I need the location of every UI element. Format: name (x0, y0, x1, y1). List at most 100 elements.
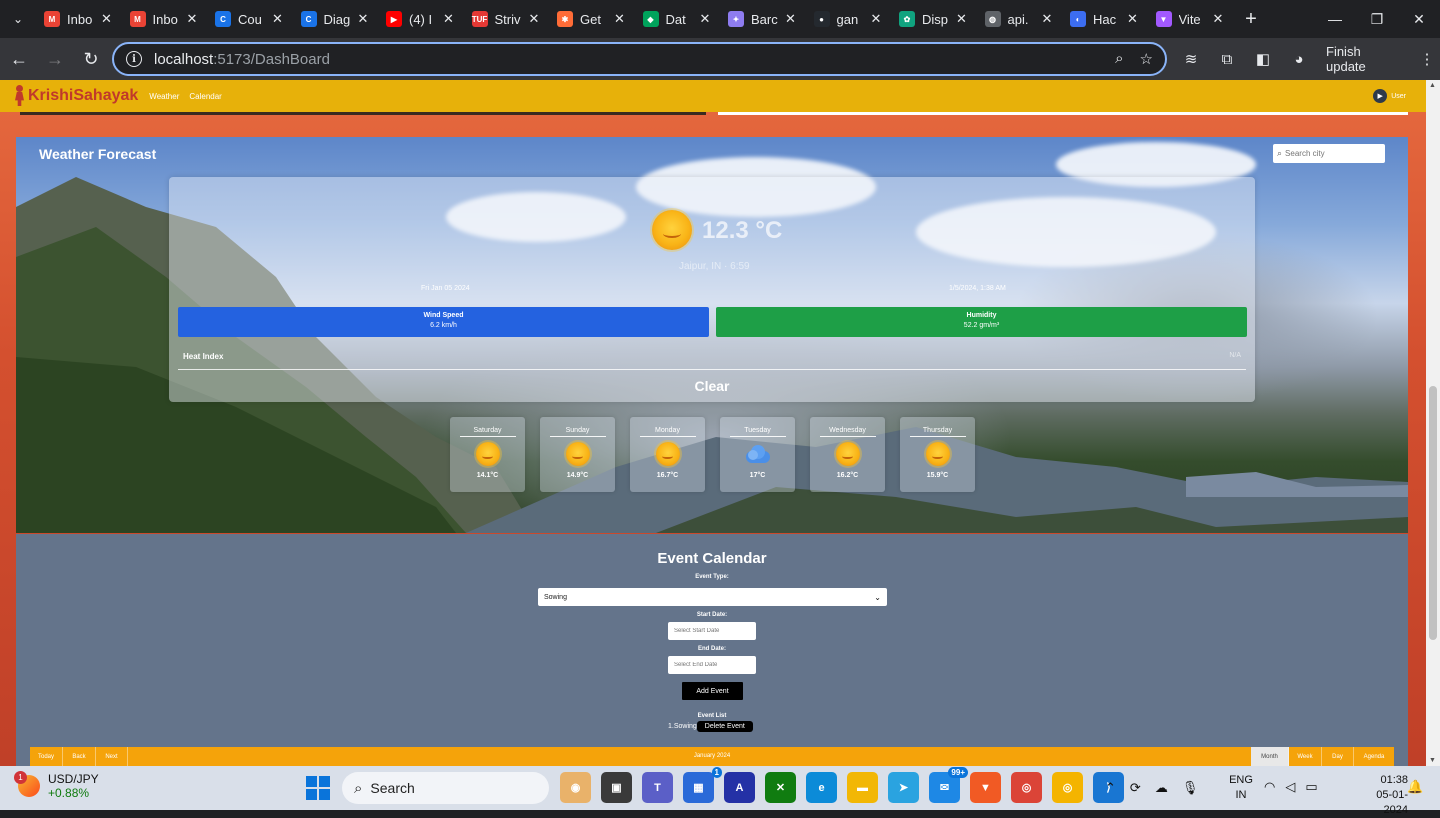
city-search[interactable]: ⌕ (1273, 144, 1385, 163)
back-arrow-icon[interactable]: ← (2, 42, 36, 76)
reload-icon[interactable]: ↻ (74, 42, 108, 76)
browser-tab[interactable]: ✦ Barc ✕ (720, 4, 806, 34)
extensions-puzzle-icon[interactable]: ⧉ (1214, 46, 1240, 72)
tab-close-icon[interactable]: ✕ (955, 11, 969, 27)
affinity-icon[interactable]: A (724, 772, 755, 803)
chevron-up-icon[interactable]: ⌃ (1105, 780, 1116, 796)
tab-close-icon[interactable]: ✕ (1126, 11, 1140, 27)
tab-close-icon[interactable]: ✕ (527, 11, 541, 27)
divider (639, 436, 696, 437)
taskbar-search[interactable]: ⌕ Search (342, 772, 549, 804)
tab-close-icon[interactable]: ✕ (869, 11, 883, 27)
tab-title: Inbo (152, 11, 178, 27)
tab-close-icon[interactable]: ✕ (356, 11, 370, 27)
zoom-icon[interactable]: ⌕ (1115, 50, 1123, 68)
profile-avatar-icon[interactable]: ◕ (1286, 46, 1312, 72)
tab-close-icon[interactable]: ✕ (442, 11, 456, 27)
delete-event-button[interactable]: Delete Event (696, 721, 753, 732)
chrome-canary-icon[interactable]: ◎ (1052, 772, 1083, 803)
tab-close-icon[interactable]: ✕ (100, 11, 114, 27)
tab-title: Disp (922, 11, 949, 27)
system-tray: ⌃ ⟳ ☁ 🎙 (1105, 766, 1198, 810)
scroll-down-icon[interactable]: ▼ (1429, 757, 1436, 764)
tab-close-icon[interactable]: ✕ (613, 11, 627, 27)
view-day-button[interactable]: Day (1322, 747, 1354, 766)
tab-close-icon[interactable]: ✕ (784, 11, 798, 27)
tab-close-icon[interactable]: ✕ (1040, 11, 1054, 27)
next-button[interactable]: Next (96, 747, 128, 766)
extension-icon[interactable]: ≋ (1178, 46, 1204, 72)
finish-update-button[interactable]: Finish update (1326, 44, 1404, 74)
browser-tab[interactable]: C Diag ✕ (293, 4, 379, 34)
today-button[interactable]: Today (30, 747, 63, 766)
tab-search-chevron-icon[interactable]: ⌄ (0, 0, 36, 38)
page-scrollbar[interactable]: ▲ ▼ (1426, 80, 1440, 766)
input-language[interactable]: ENG IN (1226, 773, 1256, 803)
xbox-icon[interactable]: ✕ (765, 772, 796, 803)
telegram-icon[interactable]: ➤ (888, 772, 919, 803)
microphone-icon[interactable]: 🎙 (1182, 780, 1199, 796)
start-date-field[interactable] (668, 622, 756, 640)
file-explorer-icon[interactable]: ▬ (847, 772, 878, 803)
browser-tab[interactable]: ◆ Dat ✕ (635, 4, 721, 34)
nav-link-calendar[interactable]: Calendar (189, 92, 221, 101)
restore-icon[interactable]: ❐ (1356, 0, 1398, 38)
brave-icon[interactable]: ▼ (970, 772, 1001, 803)
browser-tab[interactable]: ● gan ✕ (806, 4, 892, 34)
end-date-input[interactable] (674, 662, 752, 668)
sync-icon[interactable]: ⟳ (1130, 780, 1141, 796)
new-tab-button[interactable]: + (1233, 8, 1269, 31)
add-event-button[interactable]: Add Event (682, 682, 743, 700)
browser-tab[interactable]: ◍ api. ✕ (977, 4, 1063, 34)
browser-tab[interactable]: M Inbo ✕ (122, 4, 208, 34)
tab-close-icon[interactable]: ✕ (185, 11, 199, 27)
chrome-icon[interactable]: ◎ (1011, 772, 1042, 803)
food-widget-icon[interactable]: ◉ (560, 772, 591, 803)
stock-ticker-widget[interactable]: 1 USD/JPY +0.88% (14, 771, 99, 800)
store-icon[interactable]: ▦ 1 (683, 767, 722, 803)
windows-start-icon[interactable] (306, 776, 330, 800)
scrollbar-thumb[interactable] (1429, 386, 1437, 640)
bookmark-star-icon[interactable]: ☆ (1140, 50, 1153, 68)
event-name: 1.Sowing (668, 723, 697, 730)
browser-tab[interactable]: ✱ Get ✕ (549, 4, 635, 34)
browser-tab[interactable]: C Cou ✕ (207, 4, 293, 34)
tab-close-icon[interactable]: ✕ (271, 11, 285, 27)
system-clock[interactable]: 01:38 05-01-2024 (1368, 773, 1408, 818)
forward-arrow-icon[interactable]: → (38, 42, 72, 76)
browser-tab[interactable]: TUF Striv ✕ (464, 4, 550, 34)
task-view-icon[interactable]: ▣ (601, 772, 632, 803)
start-date-input[interactable] (674, 628, 752, 634)
edge-icon[interactable]: e (806, 772, 837, 803)
browser-menu-icon[interactable]: ⋮ (1414, 46, 1440, 72)
scroll-up-icon[interactable]: ▲ (1429, 82, 1436, 89)
taskbar-apps: ◉ ▣ T ▦ 1 A ✕ e ▬ ➤ ✉ 99+ ▼ ◎ ◎ ⟩ (560, 767, 1124, 803)
end-date-field[interactable] (668, 656, 756, 674)
view-month-button[interactable]: Month (1251, 747, 1289, 766)
browser-tab[interactable]: ✿ Disp ✕ (891, 4, 977, 34)
onedrive-icon[interactable]: ☁ (1155, 780, 1168, 796)
brand-logo[interactable]: KrishiSahayak (12, 85, 138, 107)
site-info-icon[interactable]: i (126, 51, 142, 67)
event-type-select[interactable]: Sowing ⌄ (538, 588, 887, 606)
quick-settings[interactable]: ◠ ◁ ▭ (1264, 779, 1318, 795)
browser-tab[interactable]: ▼ Vite ✕ (1148, 4, 1234, 34)
browser-tab[interactable]: ◐ Hac ✕ (1062, 4, 1148, 34)
minimize-icon[interactable]: — (1314, 0, 1356, 38)
notification-bell-icon[interactable]: 🔔 (1407, 779, 1423, 795)
view-week-button[interactable]: Week (1289, 747, 1322, 766)
user-menu[interactable]: ▶ User (1373, 89, 1406, 103)
browser-tab[interactable]: M Inbo ✕ (36, 4, 122, 34)
address-bar[interactable]: i localhost:5173/DashBoard ⌕ ☆ (112, 42, 1167, 76)
mail-icon[interactable]: ✉ 99+ (929, 767, 968, 803)
nav-link-weather[interactable]: Weather (149, 92, 179, 101)
view-agenda-button[interactable]: Agenda (1354, 747, 1394, 766)
back-button[interactable]: Back (63, 747, 96, 766)
tab-close-icon[interactable]: ✕ (698, 11, 712, 27)
browser-tab[interactable]: ▶ (4) I ✕ (378, 4, 464, 34)
tab-close-icon[interactable]: ✕ (1211, 11, 1225, 27)
teams-icon[interactable]: T (642, 772, 673, 803)
city-search-input[interactable] (1285, 149, 1374, 158)
close-window-icon[interactable]: ✕ (1398, 0, 1440, 38)
side-panel-icon[interactable]: ◧ (1250, 46, 1276, 72)
